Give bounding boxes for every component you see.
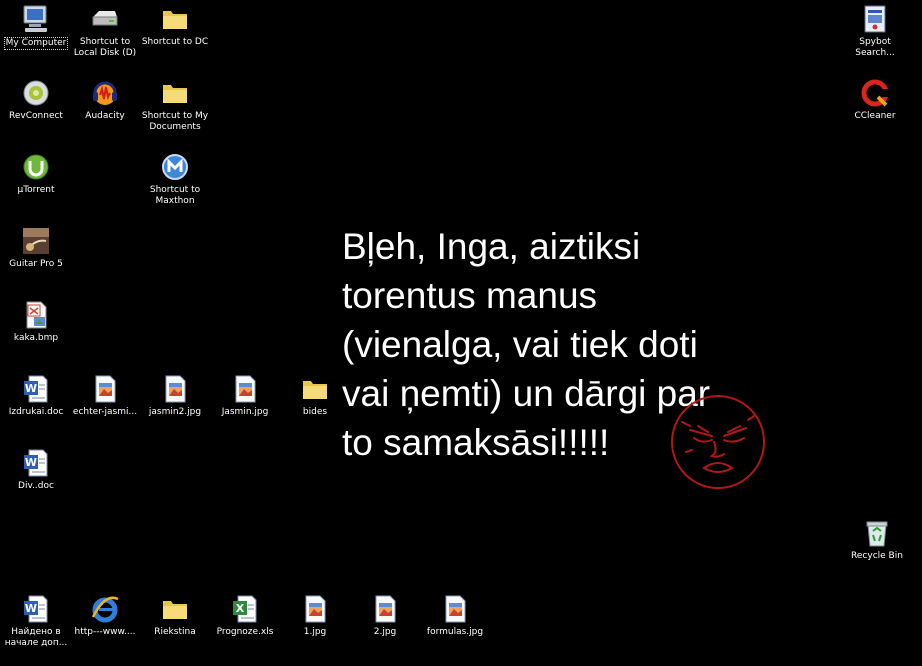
desktop-icon-div-doc[interactable]: W Div..doc	[0, 447, 72, 492]
desktop-icon-label: Audacity	[85, 111, 125, 121]
desktop-icon-prognoze-xls[interactable]: X Prognoze.xls	[209, 593, 281, 638]
bitmap-file-icon	[20, 299, 52, 331]
word-doc-icon: W	[20, 447, 52, 479]
message-line: (vienalga, vai tiek doti	[342, 324, 698, 365]
desktop-icon-label: 1.jpg	[303, 627, 327, 637]
message-line: Bļeh, Inga, aiztiksi	[342, 226, 641, 267]
desktop-icon-label: Shortcut to Maxthon	[149, 185, 201, 206]
desktop-icon-ccleaner[interactable]: CCleaner	[839, 77, 911, 122]
desktop-icon-2-jpg[interactable]: 2.jpg	[349, 593, 421, 638]
desktop-icon-local-disk-shortcut[interactable]: Shortcut to Local Disk (D)	[69, 3, 141, 59]
svg-text:X: X	[236, 602, 245, 615]
desktop-icon-echter-jasmin[interactable]: echter-jasmi...	[69, 373, 141, 418]
svg-text:W: W	[25, 382, 37, 395]
desktop-icon-label: Jasmin.jpg	[221, 407, 269, 417]
ccleaner-icon	[859, 77, 891, 109]
desktop-icon-label: CCleaner	[854, 111, 896, 121]
word-doc-icon: W	[20, 373, 52, 405]
jpg-file-icon	[439, 593, 471, 625]
jpg-file-icon	[299, 593, 331, 625]
desktop-icon-label: Найдено в начале доп...	[4, 627, 68, 648]
desktop-icon-label: formulas.jpg	[426, 627, 484, 637]
desktop-icon-label: RevConnect	[9, 111, 63, 121]
desktop-icon-label: Shortcut to DC	[141, 37, 209, 47]
excel-file-icon: X	[229, 593, 261, 625]
folder-icon	[159, 77, 191, 109]
drive-icon	[89, 3, 121, 35]
recycle-bin-icon	[861, 517, 893, 549]
internet-explorer-icon	[89, 593, 121, 625]
desktop-icon-riekstina-folder[interactable]: Riekstina	[139, 593, 211, 638]
desktop-icon-utorrent[interactable]: µTorrent	[0, 151, 72, 196]
desktop-icon-label: Spybot Search...	[855, 37, 895, 58]
jpg-file-icon	[369, 593, 401, 625]
desktop-icon-label: echter-jasmi...	[72, 407, 138, 417]
spybot-icon	[859, 3, 891, 35]
folder-icon	[159, 593, 191, 625]
computer-icon	[20, 3, 52, 35]
desktop-icon-label: Recycle Bin	[851, 551, 903, 561]
desktop-icon-label: Shortcut to My Documents	[141, 111, 209, 132]
maxthon-icon	[159, 151, 191, 183]
audacity-icon	[89, 77, 121, 109]
desktop-icon-label: Riekstina	[154, 627, 196, 637]
jpg-file-icon	[159, 373, 191, 405]
desktop-icon-jasmin2-jpg[interactable]: jasmin2.jpg	[139, 373, 211, 418]
desktop-icon-audacity[interactable]: Audacity	[69, 77, 141, 122]
desktop-icon-izdrukai-doc[interactable]: W Izdrukai.doc	[0, 373, 72, 418]
jpg-file-icon	[229, 373, 261, 405]
desktop-icon-revconnect[interactable]: RevConnect	[0, 77, 72, 122]
folder-icon	[299, 373, 331, 405]
guitar-pro-icon	[20, 225, 52, 257]
desktop-icon-label: Prognoze.xls	[216, 627, 274, 637]
rage-face-icon	[671, 395, 765, 489]
desktop-icon-label: jasmin2.jpg	[148, 407, 202, 417]
desktop-icon-my-documents-shortcut[interactable]: Shortcut to My Documents	[139, 77, 211, 133]
desktop-icon-label: Guitar Pro 5	[9, 259, 63, 269]
desktop-icon-label: 2.jpg	[373, 627, 397, 637]
message-line: torentus manus	[342, 275, 598, 316]
folder-icon	[159, 3, 191, 35]
utorrent-icon	[20, 151, 52, 183]
desktop-icon-url-shortcut[interactable]: http---www....	[69, 593, 141, 638]
revconnect-icon	[20, 77, 52, 109]
desktop-icon-maxthon-shortcut[interactable]: Shortcut to Maxthon	[139, 151, 211, 207]
word-doc-icon: W	[20, 593, 52, 625]
svg-text:W: W	[25, 602, 37, 615]
desktop-icon-dc-shortcut[interactable]: Shortcut to DC	[139, 3, 211, 48]
desktop-icon-label: µTorrent	[17, 185, 55, 195]
desktop-icon-label: Izdrukai.doc	[8, 407, 64, 417]
desktop-icon-formulas-jpg[interactable]: formulas.jpg	[419, 593, 491, 638]
desktop-icon-spybot[interactable]: Spybot Search...	[839, 3, 911, 59]
desktop-icon-bides-folder[interactable]: bides	[279, 373, 351, 418]
desktop: My Computer Shortcut to Local Disk (D) S…	[0, 0, 922, 666]
desktop-icon-russian-doc[interactable]: W Найдено в начале доп...	[0, 593, 72, 649]
desktop-icon-jasmin-jpg[interactable]: Jasmin.jpg	[209, 373, 281, 418]
desktop-icon-my-computer[interactable]: My Computer	[0, 3, 72, 50]
desktop-icon-recycle-bin[interactable]: Recycle Bin	[841, 517, 913, 562]
svg-text:W: W	[25, 456, 37, 469]
desktop-icon-kaka-bmp[interactable]: kaka.bmp	[0, 299, 72, 344]
desktop-icon-label: kaka.bmp	[13, 333, 59, 343]
desktop-icon-label: bides	[302, 407, 328, 417]
desktop-icon-label: My Computer	[3, 37, 69, 50]
desktop-icon-label: http---www....	[74, 627, 136, 637]
desktop-icon-label: Shortcut to Local Disk (D)	[73, 37, 137, 58]
desktop-icon-guitar-pro[interactable]: Guitar Pro 5	[0, 225, 72, 270]
desktop-icon-label: Div..doc	[18, 481, 54, 491]
jpg-file-icon	[89, 373, 121, 405]
desktop-icon-1-jpg[interactable]: 1.jpg	[279, 593, 351, 638]
